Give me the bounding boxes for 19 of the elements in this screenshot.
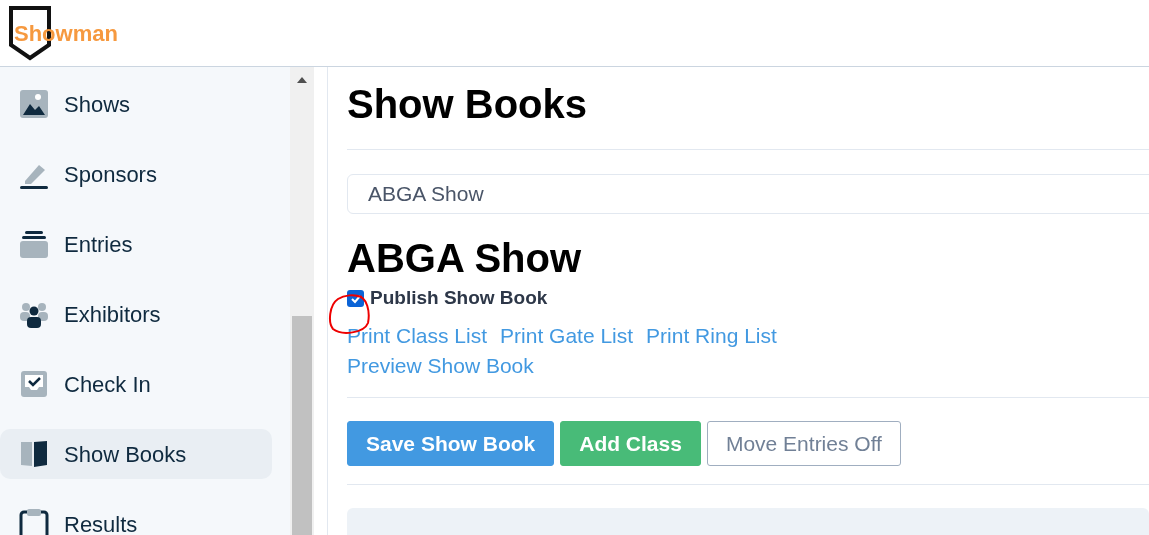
scroll-up-arrow-icon[interactable] — [297, 77, 307, 83]
sidebar-item[interactable]: Exhibitors — [0, 289, 272, 339]
checked-tray-icon — [19, 369, 49, 399]
action-button[interactable]: Move Entries Off — [706, 421, 901, 466]
stack-icon — [19, 229, 49, 259]
show-title: ABGA Show — [347, 238, 583, 279]
scrollbar[interactable] — [290, 67, 314, 535]
clipboard-icon — [19, 509, 49, 535]
publish-label: Publish Show Book — [370, 286, 548, 311]
sidebar-item[interactable]: Shows — [0, 79, 272, 129]
book-icon — [19, 439, 49, 469]
sidebar-item[interactable]: Check In — [0, 359, 272, 409]
sidebar-item[interactable]: Sponsors — [0, 149, 272, 199]
sidebar-item[interactable]: Show Books — [0, 429, 272, 479]
sidebar-item[interactable]: Entries — [0, 219, 272, 269]
sidebar-item[interactable]: Results — [0, 499, 272, 535]
picture-icon — [19, 89, 49, 119]
show-select[interactable]: ABGA Show — [347, 174, 1149, 215]
page-title: Show Books — [347, 84, 589, 124]
